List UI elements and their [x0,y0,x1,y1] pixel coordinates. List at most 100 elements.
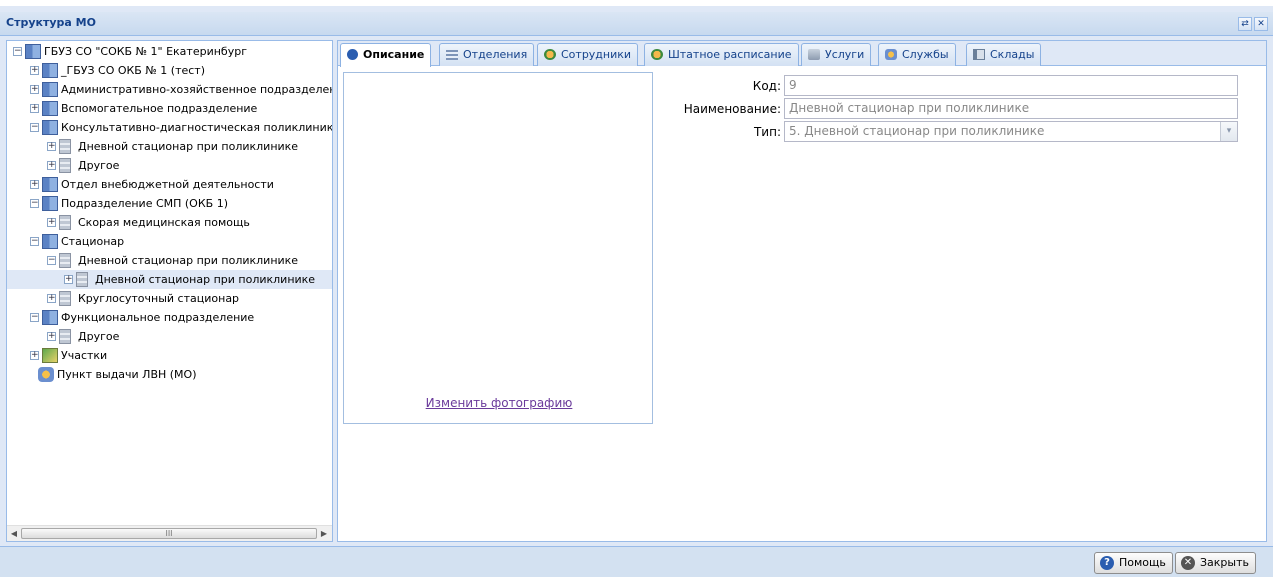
close-icon[interactable]: ✕ [1254,17,1268,31]
collapse-icon[interactable]: − [47,256,56,265]
tab-warehouses[interactable]: Склады [966,43,1042,66]
tab-label: Службы [902,48,949,61]
building-icon [25,44,41,59]
tree-node[interactable]: + Отдел внебюджетной деятельности [7,175,332,194]
collapse-icon[interactable]: − [13,47,22,56]
collapse-icon[interactable]: − [30,123,39,132]
collapse-icon[interactable]: − [30,313,39,322]
tree-node-label: ГБУЗ СО "СОКБ № 1" Екатеринбург [44,45,247,58]
tree-node[interactable]: − Функциональное подразделение [7,308,332,327]
tree-node[interactable]: + Административно-хозяйственное подраздел… [7,80,332,99]
window-footer: ? Помощь ✕ Закрыть [0,546,1273,577]
expand-icon[interactable]: + [47,161,56,170]
tree-node-label: Участки [61,349,108,362]
building-icon [42,120,58,135]
tree-node-label: Административно-хозяйственное подразделе… [61,83,333,96]
tab-employees[interactable]: Сотрудники [537,43,639,66]
tree-node[interactable]: + Скорая медицинская помощь [7,213,332,232]
tree-node-label: Другое [78,330,120,343]
tree-node[interactable]: + Дневной стационар при поликлинике [7,270,332,289]
department-icon [59,158,71,173]
expand-icon[interactable]: + [30,66,39,75]
tab-label: Склады [990,48,1035,61]
window-titlebar: Структура МО ⇄ ✕ [0,12,1273,36]
type-select[interactable]: 5. Дневной стационар при поликлинике ▾ [784,121,1238,142]
expand-icon[interactable]: + [64,275,73,284]
change-photo-link[interactable]: Изменить фотографию [344,396,654,410]
tree-node-label: Функциональное подразделение [61,311,255,324]
type-label: Тип: [753,125,781,139]
map-icon [42,348,58,363]
tree-node[interactable]: − Дневной стационар при поликлинике [7,251,332,270]
tree-node[interactable]: + Дневной стационар при поликлинике [7,137,332,156]
building-icon [42,177,58,192]
building-icon [42,101,58,116]
tree-node[interactable]: − Консультативно-диагностическая поликлин… [7,118,332,137]
horizontal-scrollbar[interactable]: ◀ III ▶ [7,525,332,541]
scroll-right-icon[interactable]: ▶ [318,528,330,540]
tree-node-label: Дневной стационар при поликлинике [78,254,299,267]
building-icon [42,63,58,78]
tree-node-label: Пункт выдачи ЛВН (МО) [57,368,197,381]
expand-icon[interactable]: + [30,85,39,94]
scroll-thumb[interactable]: III [21,528,317,539]
tree-node[interactable]: − ГБУЗ СО "СОКБ № 1" Екатеринбург [7,42,332,61]
scroll-left-icon[interactable]: ◀ [8,528,20,540]
tree-node[interactable]: + Круглосуточный стационар [7,289,332,308]
name-field[interactable]: Дневной стационар при поликлинике [784,98,1238,119]
help-button-label: Помощь [1119,556,1166,569]
tab-description[interactable]: Описание [340,43,432,67]
tab-label: Отделения [463,48,528,61]
list-icon [446,49,458,60]
close-button-label: Закрыть [1200,556,1249,569]
chevron-down-icon[interactable]: ▾ [1220,122,1237,141]
tree-node-label: Скорая медицинская помощь [78,216,250,229]
structure-window: Структура МО ⇄ ✕ − ГБУЗ СО "СОКБ № 1" Ека… [0,0,1273,577]
name-label: Наименование: [683,102,781,116]
tree-node[interactable]: − Подразделение СМП (ОКБ 1) [7,194,332,213]
department-icon [59,215,71,230]
expand-icon[interactable]: + [47,332,56,341]
tab-label: Описание [363,48,425,61]
code-field[interactable]: 9 [784,75,1238,96]
tree-node[interactable]: + Участки [7,346,332,365]
building-icon [42,196,58,211]
tab-staff-schedule[interactable]: Штатное расписание [644,43,799,66]
collapse-icon[interactable]: − [30,199,39,208]
tree-node-label: Дневной стационар при поликлинике [78,140,299,153]
expand-icon[interactable]: + [30,180,39,189]
expand-icon[interactable]: + [47,218,56,227]
tree-node[interactable]: + Другое [7,156,332,175]
type-select-value: 5. Дневной стационар при поликлинике [789,124,1045,138]
help-icon: ? [1100,556,1114,570]
staff-icon [544,49,556,60]
expand-icon[interactable]: + [47,294,56,303]
service-point-icon [885,49,897,60]
window-title: Структура МО [6,16,96,29]
service-point-icon [38,367,54,382]
tree-node-label: Стационар [61,235,125,248]
structure-tree[interactable]: − ГБУЗ СО "СОКБ № 1" Екатеринбург + _ГБУЗ С… [6,40,333,542]
collapse-icon[interactable]: − [30,237,39,246]
expand-icon[interactable]: + [30,351,39,360]
tree-node[interactable]: + Вспомогательное подразделение [7,99,332,118]
building-icon [42,82,58,97]
expand-icon[interactable]: + [47,142,56,151]
building-icon [42,234,58,249]
tree-node[interactable]: + _ГБУЗ СО ОКБ № 1 (тест) [7,61,332,80]
tree-node-label: Консультативно-диагностическая поликлини… [61,121,333,134]
tab-units[interactable]: Службы [878,43,956,66]
tree-node[interactable]: Пункт выдачи ЛВН (МО) [7,365,332,384]
refresh-icon[interactable]: ⇄ [1238,17,1252,31]
tree-node-label: _ГБУЗ СО ОКБ № 1 (тест) [61,64,205,77]
photo-box: Изменить фотографию [343,72,653,424]
details-panel: Описание Отделения Сотрудники Штатное ра… [337,40,1267,542]
expand-icon[interactable]: + [30,104,39,113]
tree-node[interactable]: − Стационар [7,232,332,251]
department-icon [59,139,71,154]
tab-services[interactable]: Услуги [801,43,872,66]
tab-departments[interactable]: Отделения [439,43,535,66]
code-label: Код: [752,79,781,93]
tree-node-label: Другое [78,159,120,172]
tree-node[interactable]: + Другое [7,327,332,346]
